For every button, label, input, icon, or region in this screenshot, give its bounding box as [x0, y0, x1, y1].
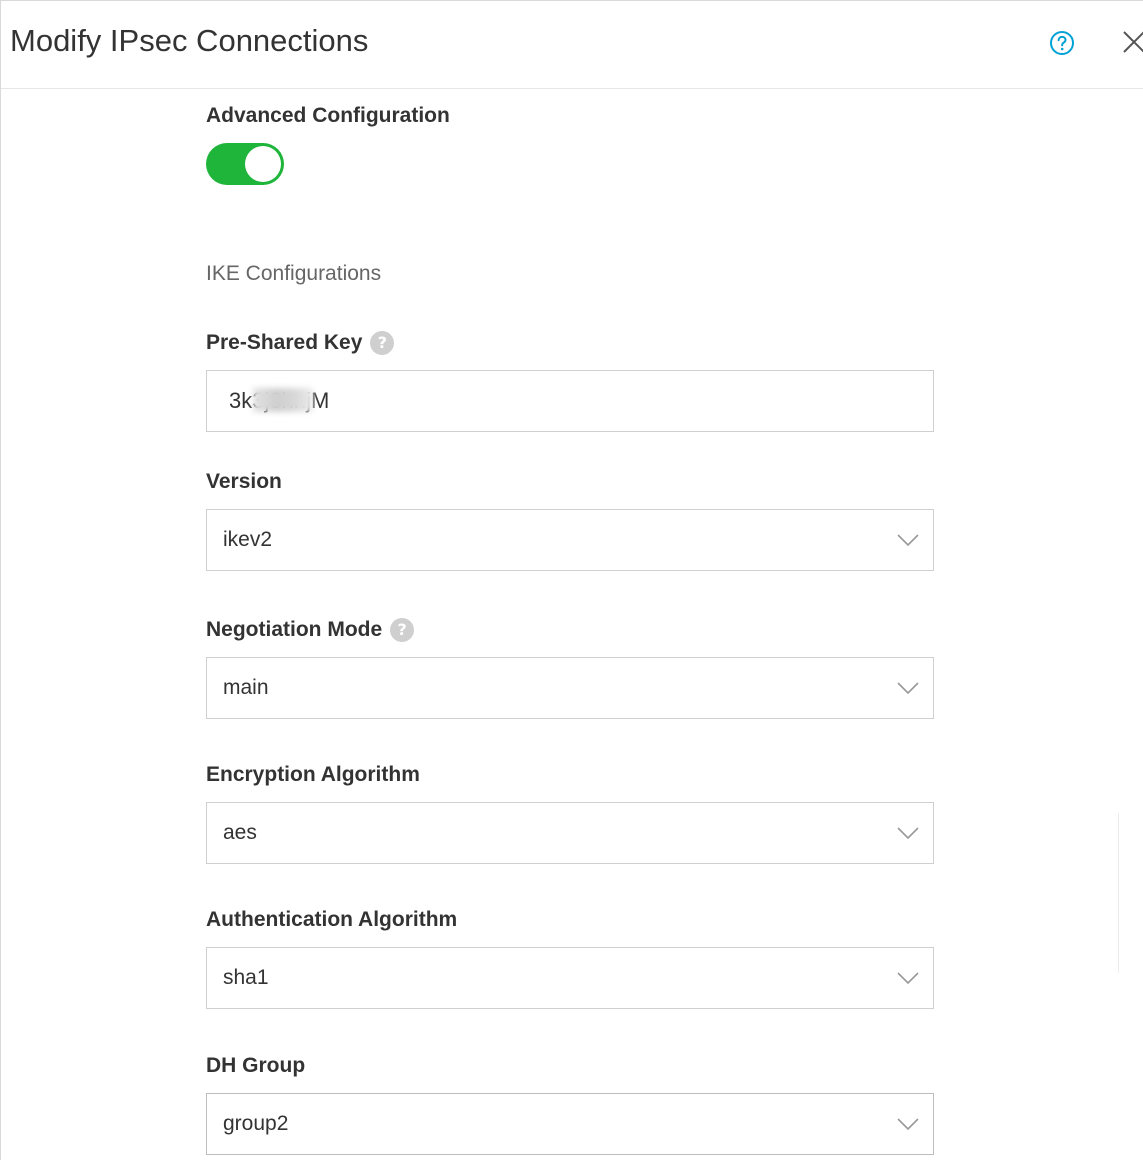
negotiation-mode-value: main [223, 676, 269, 699]
question-mark-icon[interactable]: ? [390, 618, 415, 642]
chevron-down-icon [897, 1118, 919, 1131]
scrollbar-track[interactable] [1118, 813, 1119, 973]
dh-group-label: DH Group [206, 1054, 306, 1077]
authentication-algorithm-select[interactable]: sha1 [206, 947, 934, 1009]
authentication-algorithm-label: Authentication Algorithm [206, 908, 458, 931]
negotiation-mode-label-row: Negotiation Mode ? [206, 617, 415, 643]
encryption-algorithm-select[interactable]: aes [206, 802, 934, 864]
negotiation-mode-label: Negotiation Mode [206, 618, 383, 641]
dialog-header: Modify IPsec Connections [1, 1, 1143, 89]
encryption-algorithm-value: aes [223, 821, 257, 844]
chevron-down-icon [897, 534, 919, 547]
pre-shared-key-wrapper [206, 370, 934, 432]
help-icon[interactable] [1049, 30, 1075, 56]
encryption-algorithm-label: Encryption Algorithm [206, 763, 420, 786]
chevron-down-icon [897, 827, 919, 840]
ike-section-title: IKE Configurations [206, 262, 382, 285]
chevron-down-icon [897, 972, 919, 985]
toggle-knob [245, 146, 281, 182]
negotiation-mode-select[interactable]: main [206, 657, 934, 719]
version-label: Version [206, 470, 282, 493]
pre-shared-key-label: Pre-Shared Key [206, 331, 363, 354]
close-icon[interactable] [1121, 29, 1143, 55]
advanced-configuration-toggle[interactable] [206, 143, 284, 185]
modify-ipsec-dialog: Modify IPsec Connections Advanced Config… [0, 0, 1143, 1160]
dialog-title: Modify IPsec Connections [10, 23, 369, 58]
version-value: ikev2 [223, 528, 273, 551]
dh-group-select[interactable]: group2 [206, 1093, 934, 1155]
question-mark-icon[interactable]: ? [370, 331, 395, 355]
advanced-configuration-label: Advanced Configuration [206, 104, 450, 127]
pre-shared-key-input[interactable] [206, 370, 934, 432]
pre-shared-key-label-row: Pre-Shared Key ? [206, 330, 395, 356]
dh-group-value: group2 [223, 1112, 289, 1135]
chevron-down-icon [897, 682, 919, 695]
authentication-algorithm-value: sha1 [223, 966, 269, 989]
version-select[interactable]: ikev2 [206, 509, 934, 571]
